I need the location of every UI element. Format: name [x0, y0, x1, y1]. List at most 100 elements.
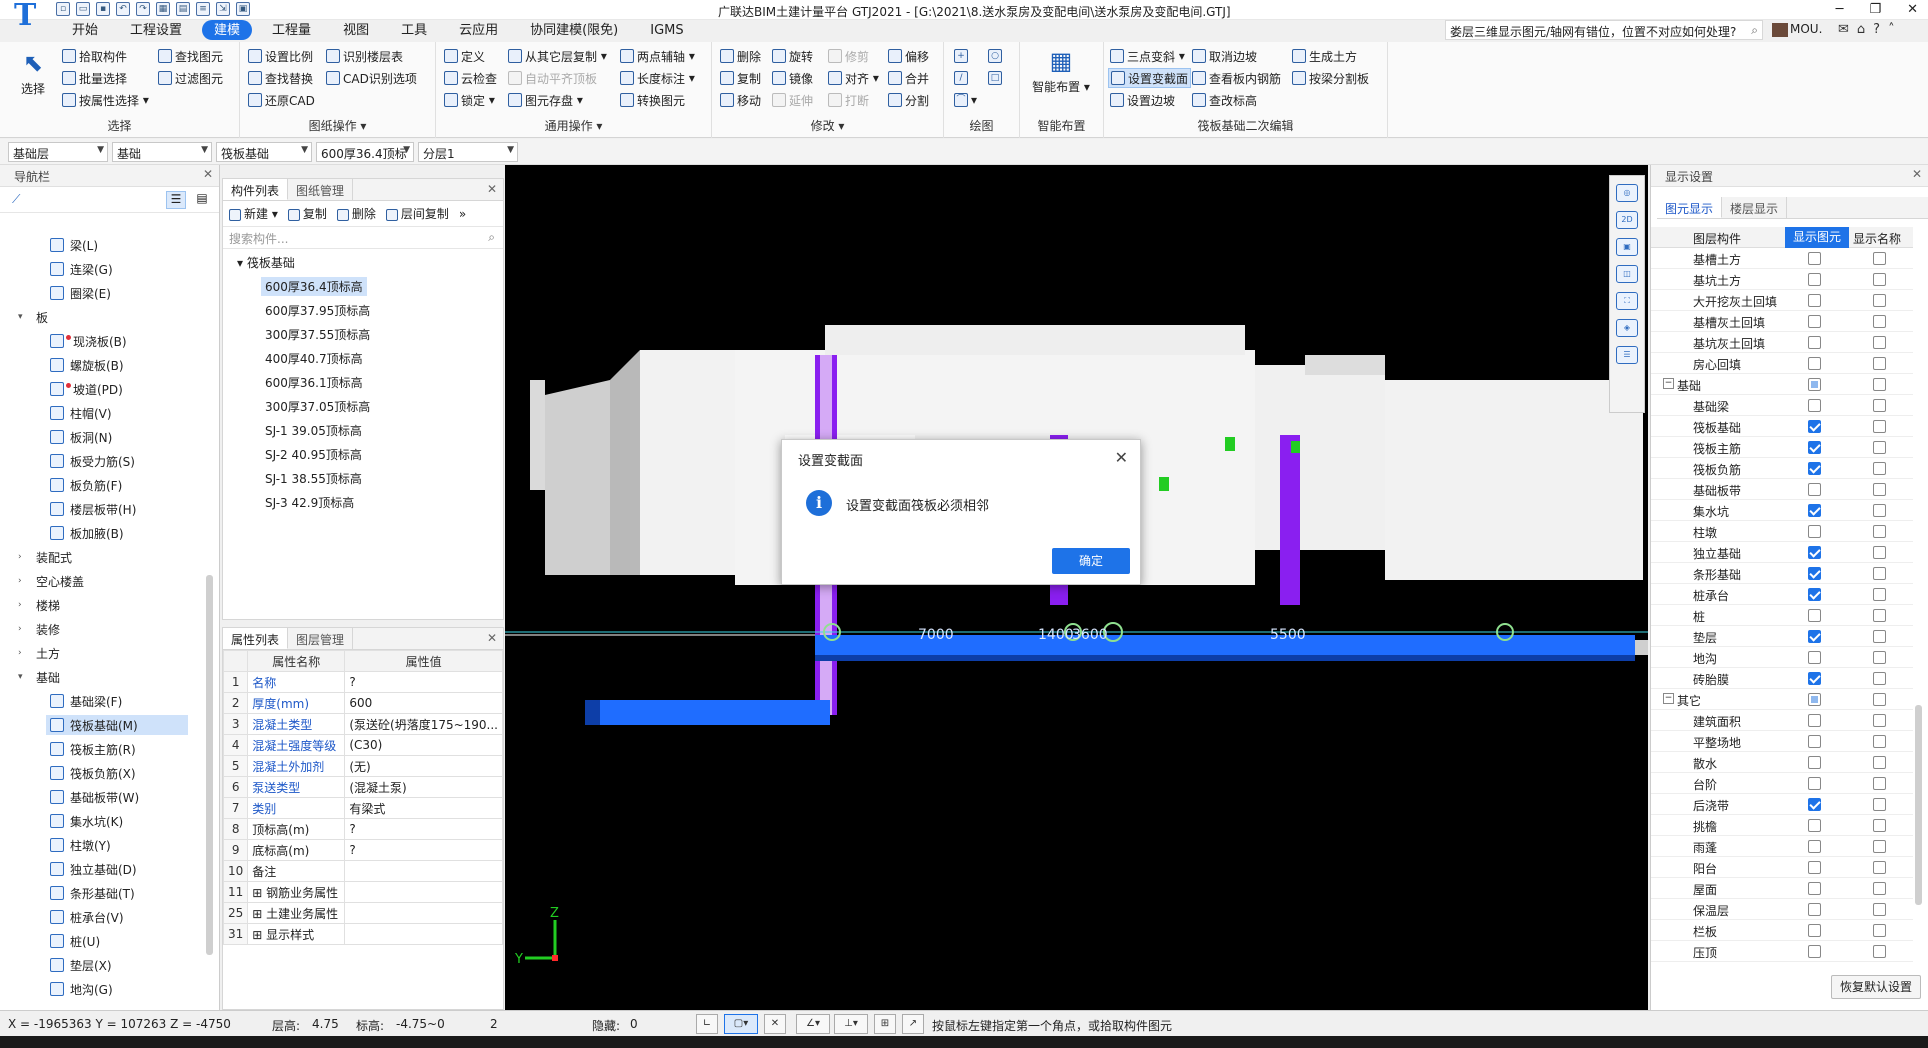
settings-view-icon[interactable]: ☰ — [1616, 346, 1638, 364]
copy-button[interactable]: 复制 — [720, 68, 761, 88]
collapse-icon[interactable]: ▾ — [237, 256, 243, 270]
show-name-checkbox[interactable] — [1873, 336, 1886, 349]
show-name-checkbox[interactable] — [1873, 378, 1886, 391]
offset-button[interactable]: 偏移 — [888, 46, 929, 66]
layer-select[interactable]: 分层1 ▼ — [418, 142, 518, 162]
nav-item[interactable]: 板负筋(F) — [50, 475, 122, 495]
show-name-checkbox[interactable] — [1873, 420, 1886, 433]
expand-icon[interactable]: ⊞ — [252, 928, 266, 942]
show-element-checkbox[interactable] — [1808, 546, 1821, 559]
length-dim-button[interactable]: 长度标注 ▾ — [620, 68, 695, 88]
property-row[interactable]: 4 混凝土强度等级 (C30) — [222, 734, 503, 756]
property-value[interactable]: ? — [344, 818, 503, 840]
layer-view-icon[interactable]: ◈ — [1616, 319, 1638, 337]
show-name-checkbox[interactable] — [1873, 651, 1886, 664]
property-row[interactable]: 2 厚度(mm) 600 — [222, 692, 503, 714]
component-item[interactable]: 300厚37.55顶标高 — [261, 325, 374, 344]
find-replace-button[interactable]: 查找替换 — [248, 68, 313, 88]
close-icon[interactable]: ✕ — [1907, 2, 1918, 17]
expand-icon[interactable]: ⊞ — [252, 907, 266, 921]
component-search-input[interactable]: 搜索构件... ⌕ — [223, 227, 503, 249]
show-name-checkbox[interactable] — [1873, 777, 1886, 790]
show-name-checkbox[interactable] — [1873, 252, 1886, 265]
nav-item[interactable]: 连梁(G) — [50, 259, 113, 279]
view-slab-rebar-button[interactable]: 查看板内钢筋 — [1192, 68, 1281, 88]
show-element-checkbox[interactable] — [1808, 651, 1821, 664]
new-file-icon[interactable]: ▫ — [56, 2, 70, 16]
set-scale-button[interactable]: 设置比例 — [248, 46, 313, 66]
nav-item[interactable]: 条形基础(T) — [50, 883, 135, 903]
3d-box-icon[interactable]: ▣ — [1616, 238, 1638, 256]
show-element-checkbox[interactable] — [1808, 924, 1821, 937]
tab-property-list[interactable]: 属性列表 — [223, 628, 289, 649]
mirror-button[interactable]: 镜像 — [772, 68, 813, 88]
component-item[interactable]: 400厚40.7顶标高 — [261, 349, 367, 368]
nav-item[interactable]: 螺旋板(B) — [50, 355, 124, 375]
close-icon[interactable]: ✕ — [1115, 448, 1128, 467]
menu-4[interactable]: 视图 — [331, 20, 381, 40]
show-element-checkbox[interactable] — [1808, 630, 1821, 643]
nav-item[interactable]: 柱墩(Y) — [50, 835, 111, 855]
property-value[interactable]: (C30) — [344, 734, 503, 756]
filter-element-button[interactable]: 过滤图元 — [158, 68, 223, 88]
show-element-checkbox[interactable] — [1808, 777, 1821, 790]
snap-toggle[interactable]: ▢▾ — [724, 1014, 758, 1034]
layers-icon[interactable]: ≡ — [196, 2, 210, 16]
cancel-edge-slope-button[interactable]: 取消边坡 — [1192, 46, 1257, 66]
define-button[interactable]: 定义 — [444, 46, 485, 66]
copy-from-floor-button[interactable]: 从其它层复制 ▾ — [508, 46, 607, 66]
edit-elevation-button[interactable]: 查改标高 — [1192, 90, 1257, 110]
line-tool[interactable]: / — [954, 68, 971, 88]
show-element-checkbox[interactable] — [1808, 609, 1821, 622]
show-name-checkbox[interactable] — [1873, 441, 1886, 454]
find-element-button[interactable]: 查找图元 — [158, 46, 223, 66]
split-button[interactable]: 分割 — [888, 90, 929, 110]
tab-layer-management[interactable]: 图层管理 — [288, 628, 354, 649]
show-element-checkbox[interactable] — [1808, 714, 1821, 727]
rotate-button[interactable]: 旋转 — [772, 46, 813, 66]
show-name-checkbox[interactable] — [1873, 525, 1886, 538]
component-item[interactable]: 600厚36.1顶标高 — [261, 373, 367, 392]
menu-1[interactable]: 工程设置 — [118, 20, 194, 40]
show-element-checkbox[interactable] — [1808, 840, 1821, 853]
show-name-checkbox[interactable] — [1873, 567, 1886, 580]
show-element-checkbox[interactable] — [1808, 819, 1821, 832]
col-show-element-header[interactable]: 显示图元 — [1785, 227, 1849, 248]
show-name-checkbox[interactable] — [1873, 630, 1886, 643]
component-item[interactable]: 300厚37.05顶标高 — [261, 397, 374, 416]
property-row[interactable]: 9 底标高(m)? — [222, 839, 503, 861]
pin-icon[interactable]: ⟋ — [12, 192, 20, 207]
property-row[interactable]: 25 ⊞ 土建业务属性 — [222, 902, 503, 924]
nav-category[interactable]: › 楼梯 — [18, 595, 60, 615]
align-button[interactable]: 对齐 ▾ — [828, 68, 879, 88]
show-element-checkbox[interactable] — [1808, 504, 1821, 517]
show-name-checkbox[interactable] — [1873, 819, 1886, 832]
show-name-checkbox[interactable] — [1873, 924, 1886, 937]
lock-button[interactable]: 锁定 ▾ — [444, 90, 495, 110]
auto-align-slab-button[interactable]: 自动平齐顶板 — [508, 68, 597, 88]
show-element-checkbox[interactable] — [1808, 336, 1821, 349]
nav-item[interactable]: 筏板主筋(R) — [50, 739, 136, 759]
nav-category[interactable]: › 装配式 — [18, 547, 72, 567]
property-row[interactable]: 11 ⊞ 钢筋业务属性 — [222, 881, 503, 903]
property-value[interactable]: (混凝土泵) — [344, 776, 503, 798]
nav-item[interactable]: 垫层(X) — [50, 955, 112, 975]
component-item[interactable]: SJ-2 40.95顶标高 — [261, 445, 366, 464]
property-value[interactable]: (泵送砼(坍落度175~190... — [344, 713, 503, 735]
show-name-checkbox[interactable] — [1873, 357, 1886, 370]
reset-default-button[interactable]: 恢复默认设置 — [1831, 975, 1921, 999]
help-icon[interactable]: ? — [1873, 22, 1880, 37]
show-name-checkbox[interactable] — [1873, 588, 1886, 601]
property-row[interactable]: 3 混凝土类型 (泵送砼(坍落度175~190... — [222, 713, 503, 735]
select-by-attr-button[interactable]: 按属性选择 ▾ — [62, 90, 149, 110]
delete-component-button[interactable]: 删除 — [336, 205, 376, 222]
menu-2[interactable]: 建模 — [202, 20, 253, 40]
property-row[interactable]: 7 类别 有梁式 — [222, 797, 503, 819]
component-item[interactable]: SJ-3 42.9顶标高 — [261, 493, 358, 512]
home-icon[interactable]: ⌂ — [1857, 22, 1865, 37]
show-name-checkbox[interactable] — [1873, 756, 1886, 769]
nav-category[interactable]: › 装修 — [18, 619, 60, 639]
nav-item[interactable]: 独立基础(D) — [50, 859, 137, 879]
property-value[interactable]: ? — [344, 671, 503, 693]
component-type-select[interactable]: 筏板基础 ▼ — [216, 142, 312, 162]
